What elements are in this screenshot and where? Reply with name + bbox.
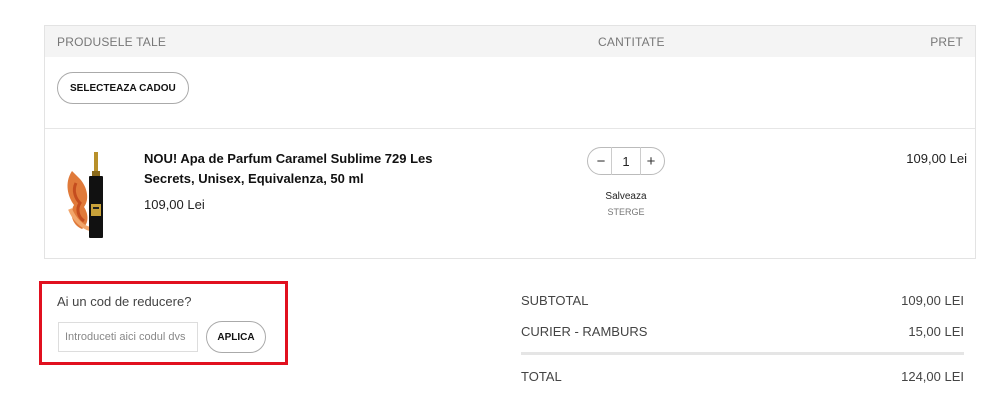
apply-discount-button[interactable]: APLICA: [206, 321, 266, 353]
product-name[interactable]: NOU! Apa de Parfum Caramel Sublime 729 L…: [144, 149, 484, 189]
header-products: PRODUSELE TALE: [57, 35, 167, 49]
shipping-value: 15,00 LEI: [908, 324, 964, 339]
discount-code-input[interactable]: [58, 322, 198, 352]
subtotal-value: 109,00 LEI: [901, 293, 964, 308]
quantity-stepper: − 1 +: [587, 147, 665, 175]
cart-header: PRODUSELE TALE CANTITATE PRET: [45, 26, 975, 57]
header-quantity: CANTITATE: [598, 35, 665, 49]
shipping-row: CURIER - RAMBURS 15,00 LEI: [521, 321, 964, 343]
save-for-later-link[interactable]: Salveaza: [587, 191, 665, 202]
header-price: PRET: [930, 35, 963, 49]
decrease-quantity-button[interactable]: −: [594, 153, 608, 170]
product-image[interactable]: [60, 149, 120, 241]
discount-title: Ai un cod de reducere?: [57, 294, 192, 309]
delete-item-link[interactable]: STERGE: [587, 207, 665, 217]
subtotal-row: SUBTOTAL 109,00 LEI: [521, 290, 964, 312]
quantity-value[interactable]: 1: [615, 154, 637, 169]
total-row: TOTAL 124,00 LEI: [521, 366, 964, 388]
product-unit-price: 109,00 Lei: [144, 197, 205, 212]
shipping-label: CURIER - RAMBURS: [521, 324, 648, 339]
stepper-divider: [611, 147, 612, 175]
cart-item-row: NOU! Apa de Parfum Caramel Sublime 729 L…: [45, 129, 975, 259]
stepper-divider: [640, 147, 641, 175]
totals-divider: [521, 352, 964, 355]
subtotal-label: SUBTOTAL: [521, 293, 589, 308]
discount-code-section: Ai un cod de reducere? APLICA: [39, 281, 288, 365]
total-label: TOTAL: [521, 369, 562, 384]
total-value: 124,00 LEI: [901, 369, 964, 384]
cart-table: PRODUSELE TALE CANTITATE PRET SELECTEAZA…: [44, 25, 976, 259]
item-line-total: 109,00 Lei: [906, 151, 967, 166]
increase-quantity-button[interactable]: +: [644, 153, 658, 170]
gift-row: SELECTEAZA CADOU: [45, 57, 975, 129]
select-gift-button[interactable]: SELECTEAZA CADOU: [57, 72, 189, 104]
